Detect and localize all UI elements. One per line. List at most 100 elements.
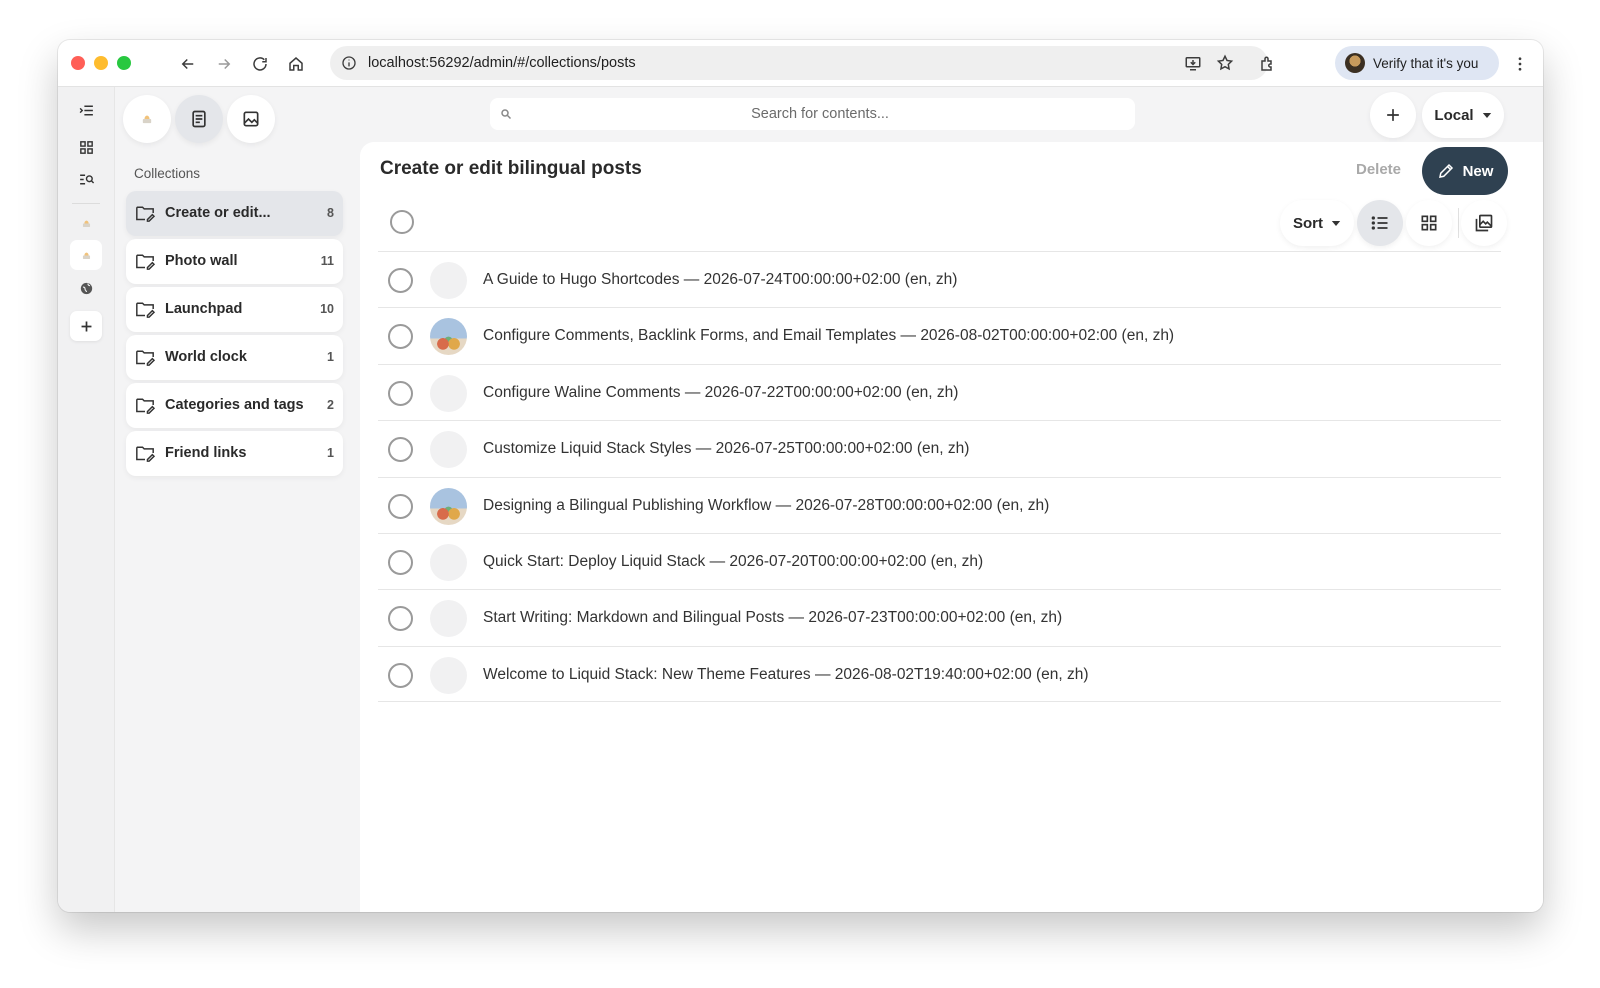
entry-thumbnail <box>430 318 467 356</box>
row-checkbox[interactable] <box>388 324 413 350</box>
table-row[interactable]: Customize Liquid Stack Styles — 2026-07-… <box>378 420 1501 476</box>
view-divider <box>1458 208 1459 238</box>
collections-panel: Collections Create or edit... 8 Photo wa… <box>115 87 360 912</box>
list-icon <box>1371 216 1388 230</box>
row-checkbox[interactable] <box>388 268 413 293</box>
row-checkbox[interactable] <box>388 549 413 575</box>
folder-edit-icon <box>136 350 155 366</box>
search-icon <box>501 109 512 120</box>
globe-icon[interactable] <box>70 273 102 303</box>
dashboard-grid-icon[interactable] <box>70 132 102 162</box>
row-checkbox[interactable] <box>388 662 413 688</box>
entry-title[interactable]: Configure Comments, Backlink Forms, and … <box>483 327 1174 345</box>
thumbnail-toggle-button[interactable] <box>1461 200 1507 246</box>
row-checkbox[interactable] <box>388 606 413 632</box>
entry-thumbnail <box>430 262 467 299</box>
site-info-icon[interactable] <box>340 54 358 72</box>
profile-label: Verify that it's you <box>1373 55 1479 71</box>
sidebar-item-label: World clock <box>165 349 247 365</box>
sidebar-item-count: 10 <box>320 302 334 316</box>
entry-title[interactable]: Welcome to Liquid Stack: New Theme Featu… <box>483 666 1089 684</box>
new-entry-button[interactable]: New <box>1422 147 1508 195</box>
sort-label: Sort <box>1293 214 1323 232</box>
row-checkbox[interactable] <box>388 380 413 406</box>
sort-dropdown[interactable]: Sort <box>1280 200 1354 246</box>
sidebar-item-label: Friend links <box>165 445 247 461</box>
sidebar-item-categories-and-tags[interactable]: Categories and tags 2 <box>126 383 343 428</box>
row-checkbox[interactable] <box>388 493 413 519</box>
sidebar-item-label: Categories and tags <box>165 397 304 413</box>
select-all-checkbox[interactable] <box>390 210 414 234</box>
entry-title[interactable]: Quick Start: Deploy Liquid Stack — 2026-… <box>483 553 983 571</box>
close-window-button[interactable] <box>71 56 85 70</box>
folder-edit-icon <box>136 206 155 222</box>
rail-divider <box>72 203 100 204</box>
site-logo-icon[interactable] <box>70 208 102 238</box>
home-icon[interactable] <box>284 52 308 76</box>
browser-toolbar: localhost:56292/admin/#/collections/post… <box>58 40 1543 87</box>
list-view-button[interactable] <box>1357 200 1403 246</box>
sidebar-item-count: 1 <box>327 446 334 460</box>
sidebar-item-count: 2 <box>327 398 334 412</box>
delete-button[interactable]: Delete <box>1356 161 1401 178</box>
image-stack-icon <box>1475 214 1493 232</box>
table-row[interactable]: Configure Comments, Backlink Forms, and … <box>378 307 1501 363</box>
install-app-icon[interactable] <box>1184 54 1202 72</box>
pencil-icon <box>1438 163 1453 178</box>
zoom-window-button[interactable] <box>117 56 131 70</box>
url-text: localhost:56292/admin/#/collections/post… <box>368 55 636 71</box>
sidebar-item-friend-links[interactable]: Friend links 1 <box>126 431 343 476</box>
table-row[interactable]: A Guide to Hugo Shortcodes — 2026-07-24T… <box>378 251 1501 307</box>
quick-add-button[interactable] <box>1370 92 1416 138</box>
table-row[interactable]: Designing a Bilingual Publishing Workflo… <box>378 476 1501 533</box>
entry-title[interactable]: A Guide to Hugo Shortcodes — 2026-07-24T… <box>483 271 957 289</box>
table-row[interactable]: Configure Waline Comments — 2026-07-22T0… <box>378 363 1501 420</box>
avatar <box>1345 53 1365 73</box>
contents-document-icon[interactable] <box>175 95 223 143</box>
bookmark-star-icon[interactable] <box>1216 54 1234 72</box>
entry-title[interactable]: Configure Waline Comments — 2026-07-22T0… <box>483 384 958 402</box>
locale-dropdown[interactable]: Local <box>1422 92 1504 138</box>
chevron-down-icon <box>1482 112 1491 118</box>
search-list-icon[interactable] <box>70 164 102 194</box>
sidebar-item-create-or-edit[interactable]: Create or edit... 8 <box>126 191 343 236</box>
sidebar-item-count: 11 <box>320 254 334 268</box>
entry-thumbnail <box>430 600 467 638</box>
extensions-icon[interactable] <box>1256 52 1280 76</box>
minimize-window-button[interactable] <box>94 56 108 70</box>
row-checkbox[interactable] <box>388 437 413 463</box>
address-bar[interactable]: localhost:56292/admin/#/collections/post… <box>330 46 1268 80</box>
sidebar-item-label: Create or edit... <box>165 205 271 221</box>
app-rail <box>58 87 115 912</box>
collapse-sidebar-icon[interactable] <box>70 95 102 125</box>
sidebar-item-world-clock[interactable]: World clock 1 <box>126 335 343 380</box>
entry-title[interactable]: Start Writing: Markdown and Bilingual Po… <box>483 609 1062 627</box>
content-search <box>490 98 1135 130</box>
site-logo-active-icon[interactable] <box>70 240 102 270</box>
grid-view-button[interactable] <box>1406 200 1452 246</box>
site-logo-button[interactable] <box>123 95 171 143</box>
table-row[interactable]: Quick Start: Deploy Liquid Stack — 2026-… <box>378 532 1501 589</box>
sidebar-item-launchpad[interactable]: Launchpad 10 <box>126 287 343 332</box>
collection-content: Create or edit bilingual posts Delete Ne… <box>360 142 1543 912</box>
browser-window: localhost:56292/admin/#/collections/post… <box>58 40 1543 912</box>
back-arrow-icon[interactable] <box>176 52 200 76</box>
sidebar-item-count: 1 <box>327 350 334 364</box>
table-row[interactable]: Welcome to Liquid Stack: New Theme Featu… <box>378 645 1501 703</box>
entry-title[interactable]: Customize Liquid Stack Styles — 2026-07-… <box>483 440 969 458</box>
chevron-down-icon <box>1331 220 1341 226</box>
entry-thumbnail <box>430 543 467 581</box>
locale-label: Local <box>1434 106 1474 124</box>
entry-title[interactable]: Designing a Bilingual Publishing Workflo… <box>483 497 1049 515</box>
sidebar-item-label: Photo wall <box>165 253 238 269</box>
entry-thumbnail <box>430 656 467 694</box>
forward-arrow-icon[interactable] <box>212 52 236 76</box>
profile-verify-button[interactable]: Verify that it's you <box>1335 46 1499 80</box>
assets-image-icon[interactable] <box>227 95 275 143</box>
table-row[interactable]: Start Writing: Markdown and Bilingual Po… <box>378 589 1501 645</box>
more-menu-icon[interactable] <box>1510 52 1530 76</box>
add-site-icon[interactable] <box>70 311 102 341</box>
search-input[interactable] <box>520 98 1120 130</box>
reload-icon[interactable] <box>248 52 272 76</box>
sidebar-item-photo-wall[interactable]: Photo wall 11 <box>126 239 343 284</box>
